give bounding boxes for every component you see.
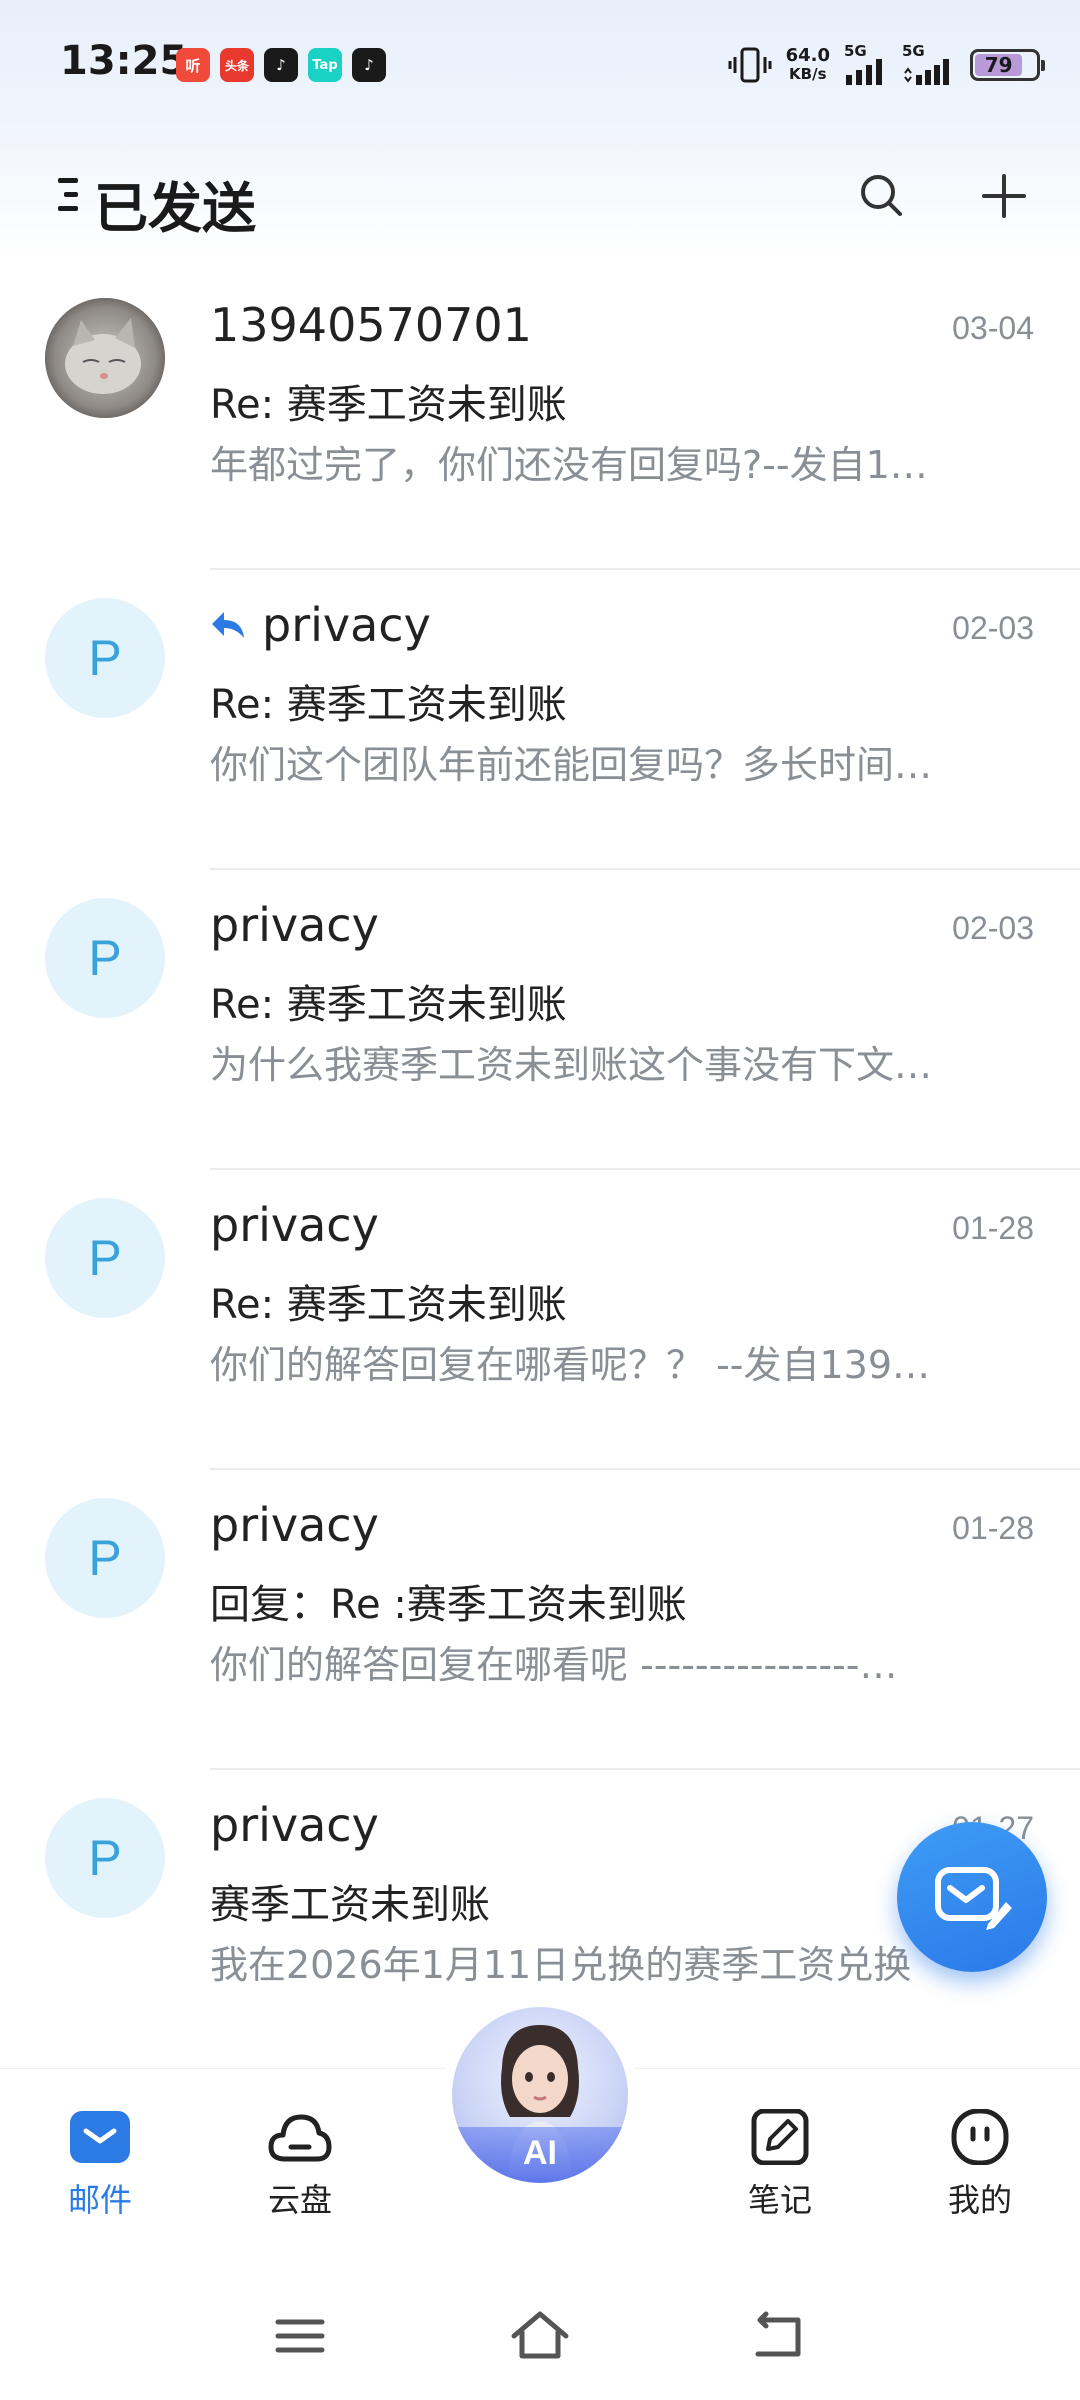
mail-date: 01-28 [952,1510,1034,1546]
mail-date: 01-28 [952,1210,1034,1246]
ai-label: AI [523,2134,557,2172]
back-icon[interactable] [750,2306,810,2366]
mail-item[interactable]: 13940570701 03-04 Re: 赛季工资未到账 年都过完了，你们还没… [0,270,1080,570]
status-indicators: 64.0 KB/s 5G 5G 79 [728,44,1045,85]
mail-preview: 你们这个团队年前还能回复吗？多长时间… [210,743,933,787]
mail-subject: Re: 赛季工资未到账 [210,382,567,428]
net-speed-unit: KB/s [789,64,827,83]
tab-mine-label: 我的 [947,2181,1012,2219]
mail-preview: 我在2026年1月11日兑换的赛季工资兑换 [210,1943,912,1987]
bottom-navigation: 邮件 云盘 AI 笔记 我的 [0,1997,1080,2280]
avatar: P [45,1798,165,1918]
recent-apps-icon[interactable] [270,2306,330,2366]
mail-item[interactable]: P privacy 01-28 Re: 赛季工资未到账 你们的解答回复在哪看呢？… [0,1170,1080,1470]
status-bar: 13:25 听 头条 ♪ Tap ♪ 64.0 KB/s 5G 5G 79 [0,0,1080,130]
avatar: P [45,898,165,1018]
compose-button[interactable] [897,1822,1047,1972]
taptap-app-icon: Tap [308,48,342,82]
mail-sender: 13940570701 [210,298,532,352]
tab-mine[interactable]: 我的 [920,2109,1040,2221]
mail-subject: Re: 赛季工资未到账 [210,682,567,728]
mail-sender: privacy [210,898,379,952]
mail-item[interactable]: P privacy 01-28 回复：Re :赛季工资未到账 你们的解答回复在哪… [0,1470,1080,1770]
signal-bars-icon [846,59,882,85]
tab-notes-label: 笔记 [747,2181,812,2219]
ting-app-icon: 听 [176,48,210,82]
net-speed: 64.0 KB/s [786,46,830,84]
mail-subject: 回复：Re :赛季工资未到账 [210,1582,687,1628]
signal-2: 5G [902,44,956,85]
ai-avatar: AI [452,2007,628,2183]
avatar: P [45,1198,165,1318]
notification-app-icons: 听 头条 ♪ Tap ♪ [176,48,386,82]
mail-sender: privacy [210,1498,379,1552]
avatar [45,298,165,418]
douyin-lite-app-icon: ♪ [352,48,386,82]
add-icon[interactable] [978,170,1030,222]
mail-preview: 为什么我赛季工资未到账这个事没有下文… [210,1043,933,1087]
profile-face-icon [951,2109,1009,2165]
mail-date: 02-03 [952,610,1034,646]
ai-assistant-button[interactable]: AI [442,1997,638,2193]
tab-mail[interactable]: 邮件 [40,2109,160,2221]
net-speed-value: 64.0 [785,44,830,66]
cat-photo-avatar [45,298,165,418]
signal-bars-icon [904,59,949,85]
system-navigation-bar [0,2280,1080,2400]
mail-list: 13940570701 03-04 Re: 赛季工资未到账 年都过完了，你们还没… [0,270,1080,2070]
toutiao-app-icon: 头条 [220,48,254,82]
cloud-icon [268,2114,332,2162]
mail-preview: 你们的解答回复在哪看呢？？ --发自139… [210,1343,931,1387]
app-header: 已发送 [0,150,1080,240]
mail-item[interactable]: P privacy 02-03 Re: 赛季工资未到账 为什么我赛季工资未到账这… [0,870,1080,1170]
page-title: 已发送 [94,177,256,240]
tab-cloud-label: 云盘 [267,2181,332,2219]
avatar: P [45,1498,165,1618]
compose-mail-icon [935,1867,1012,1930]
mail-subject: 赛季工资未到账 [210,1882,490,1928]
search-icon[interactable] [856,170,908,222]
mail-date: 02-03 [952,910,1034,946]
replied-icon [212,612,244,638]
signal-1: 5G [844,44,888,85]
mail-preview: 你们的解答回复在哪看呢 ----------------… [210,1643,898,1687]
mail-item[interactable]: P privacy 02-03 Re: 赛季工资未到账 你们这个团队年前还能回复… [0,570,1080,870]
tab-cloud[interactable]: 云盘 [240,2109,360,2221]
douyin-app-icon: ♪ [264,48,298,82]
mail-date: 03-04 [952,310,1034,346]
signal-1-label: 5G [844,42,867,60]
mail-sender: privacy [210,1798,379,1852]
tab-notes[interactable]: 笔记 [720,2109,840,2221]
folder-menu-icon[interactable] [48,172,78,218]
notes-icon [751,2109,809,2165]
vibrate-icon [728,47,772,82]
status-time: 13:25 [60,38,188,84]
mail-tab-icon [70,2111,130,2163]
mail-sender: privacy [210,598,431,652]
avatar: P [45,598,165,718]
signal-2-label: 5G [902,42,925,60]
home-icon[interactable] [510,2306,570,2366]
battery-indicator: 79 [970,48,1045,81]
mail-sender: privacy [210,1198,379,1252]
mail-subject: Re: 赛季工资未到账 [210,982,567,1028]
tab-mail-label: 邮件 [67,2181,132,2219]
mail-preview: 年都过完了，你们还没有回复吗?--发自1… [210,443,928,487]
battery-level: 79 [975,53,1023,77]
mail-subject: Re: 赛季工资未到账 [210,1282,567,1328]
